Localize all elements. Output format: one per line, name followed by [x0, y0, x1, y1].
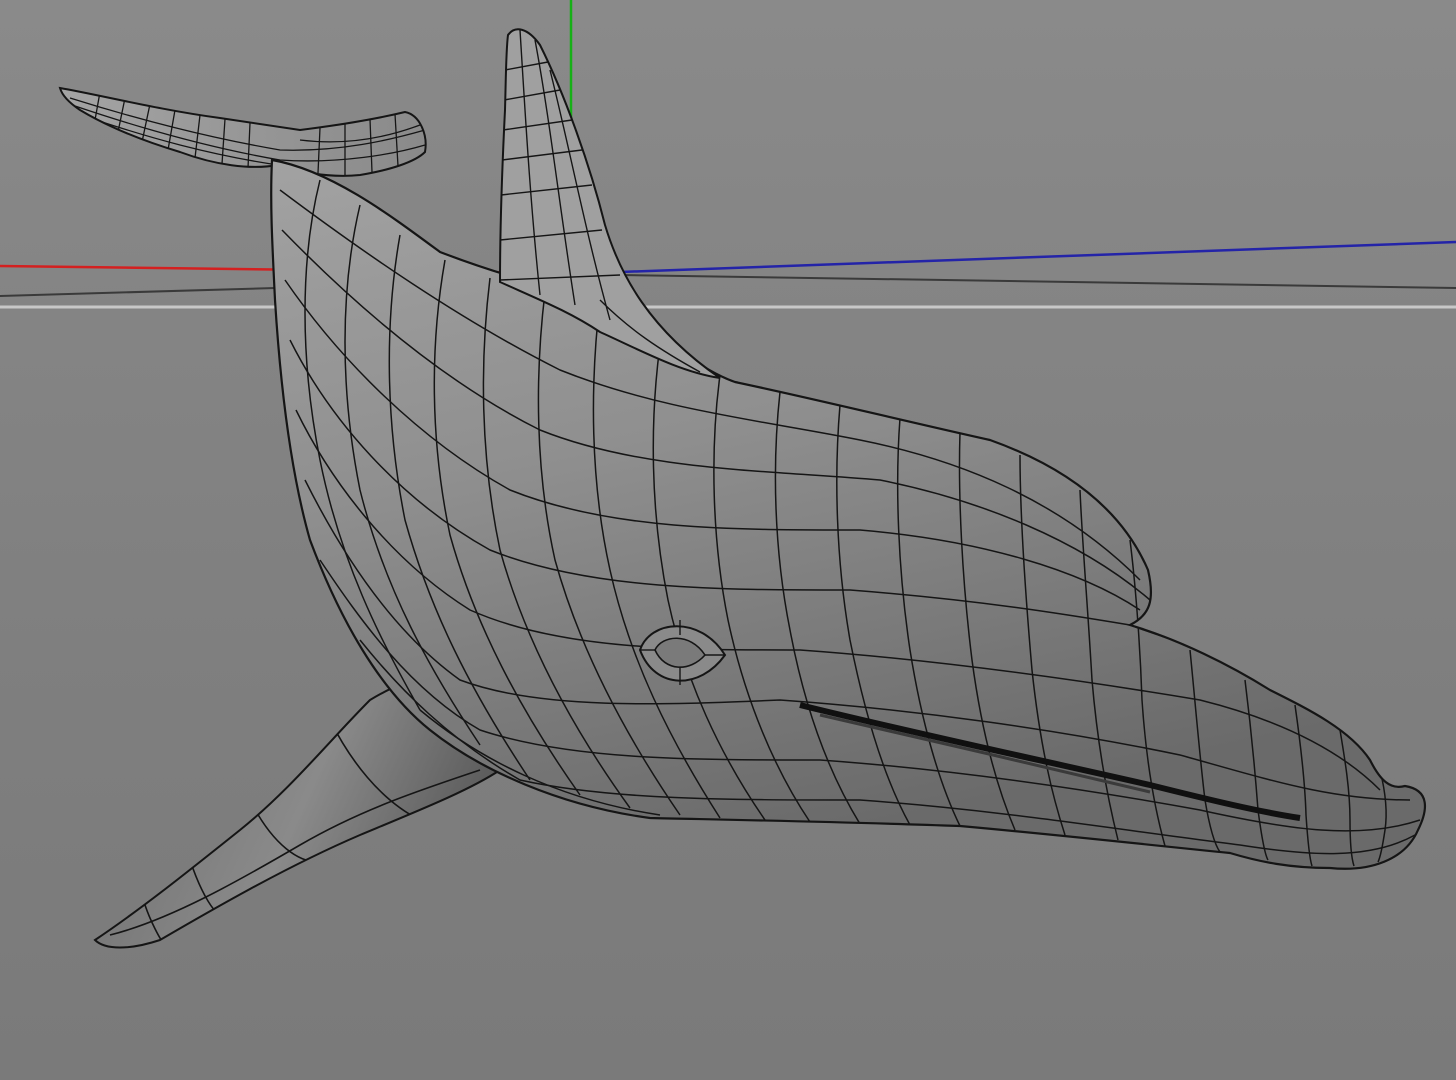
viewport-canvas[interactable] — [0, 0, 1456, 1080]
ground-grid-line-right — [619, 274, 1456, 289]
z-axis-line — [619, 240, 1456, 274]
tail-fluke[interactable] — [58, 86, 427, 177]
3d-viewport[interactable] — [0, 0, 1456, 1080]
